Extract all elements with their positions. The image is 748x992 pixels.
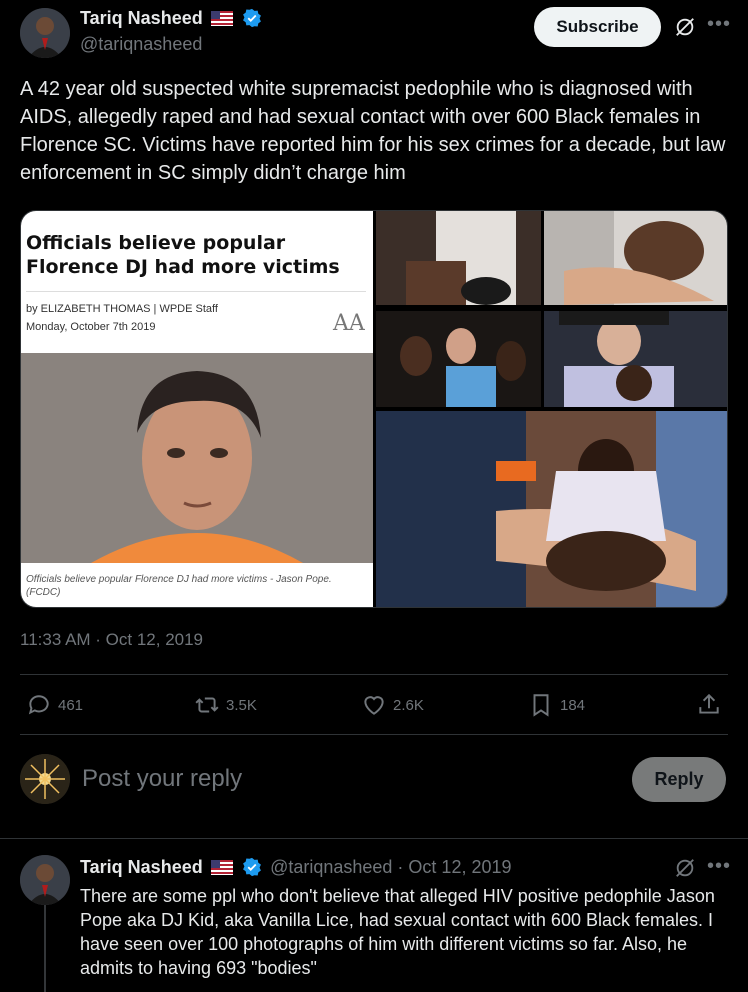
like-action[interactable]: 2.6K [361, 692, 424, 718]
current-user-avatar[interactable] [20, 754, 70, 804]
grok-icon[interactable] [674, 857, 696, 879]
article-screenshot[interactable]: Officials believe popular Florence DJ ha… [21, 211, 373, 607]
repost-icon [195, 697, 219, 713]
reply-action[interactable]: 461 [26, 692, 83, 718]
article-caption: Officials believe popular Florence DJ ha… [26, 574, 332, 598]
reply-tweet-text: There are some ppl who don't believe tha… [80, 886, 715, 978]
author-avatar[interactable] [20, 8, 70, 58]
divider-bottom [20, 734, 728, 735]
reply-button[interactable]: Reply [632, 757, 726, 802]
like-icon [364, 696, 384, 715]
article-date: Monday, October 7th 2019 [26, 321, 156, 333]
reply-meta[interactable]: @tariqnasheed · Oct 12, 2019 [270, 857, 511, 877]
author-name[interactable]: Tariq Nasheed [80, 8, 203, 28]
article-divider [26, 291, 366, 292]
media-photo-5[interactable] [376, 411, 728, 608]
repost-action[interactable]: 3.5K [194, 692, 257, 718]
font-size-icon: AA [333, 311, 365, 336]
thread-line [44, 905, 46, 992]
article-byline: by ELIZABETH THOMAS | WPDE Staff [26, 303, 218, 315]
media-photo-1[interactable] [376, 211, 541, 305]
media-grid[interactable]: Officials believe popular Florence DJ ha… [20, 210, 728, 608]
reply-author-name[interactable]: Tariq Nasheed [80, 857, 203, 877]
media-photo-2[interactable] [544, 211, 728, 305]
tweet-text: A 42 year old suspected white supremacis… [20, 78, 726, 184]
media-photo-3[interactable] [376, 311, 541, 407]
us-flag-icon [211, 11, 234, 26]
like-count: 2.6K [393, 696, 424, 714]
reply-author-row[interactable]: Tariq Nasheed @tariqnasheed · Oct 12, 20… [80, 857, 512, 878]
divider-top [20, 674, 728, 675]
tweet-timestamp[interactable]: 11:33 AM · Oct 12, 2019 [20, 630, 203, 650]
media-photo-4[interactable] [544, 311, 728, 407]
share-action[interactable] [696, 692, 728, 718]
more-icon[interactable]: ••• [707, 13, 731, 36]
mugshot-photo [21, 353, 373, 563]
reply-input[interactable]: Post your reply [82, 765, 242, 793]
share-icon [699, 693, 719, 714]
reply-icon [28, 695, 49, 715]
bookmark-icon [533, 694, 549, 717]
reply-author-avatar[interactable] [20, 855, 70, 905]
author-handle[interactable]: @tariqnasheed [80, 34, 202, 55]
verified-badge-icon [242, 857, 261, 877]
author-name-row[interactable]: Tariq Nasheed [80, 8, 262, 29]
subscribe-button[interactable]: Subscribe [534, 7, 661, 47]
verified-badge-icon [242, 8, 261, 28]
bookmark-action[interactable]: 184 [528, 692, 585, 718]
bookmark-count: 184 [560, 696, 586, 714]
more-icon[interactable]: ••• [707, 855, 731, 878]
grok-icon[interactable] [674, 16, 696, 38]
us-flag-icon [211, 860, 234, 875]
reply-count: 461 [58, 696, 84, 714]
repost-count: 3.5K [226, 696, 257, 714]
article-title: Officials believe popular Florence DJ ha… [26, 232, 340, 278]
section-divider [0, 838, 748, 839]
